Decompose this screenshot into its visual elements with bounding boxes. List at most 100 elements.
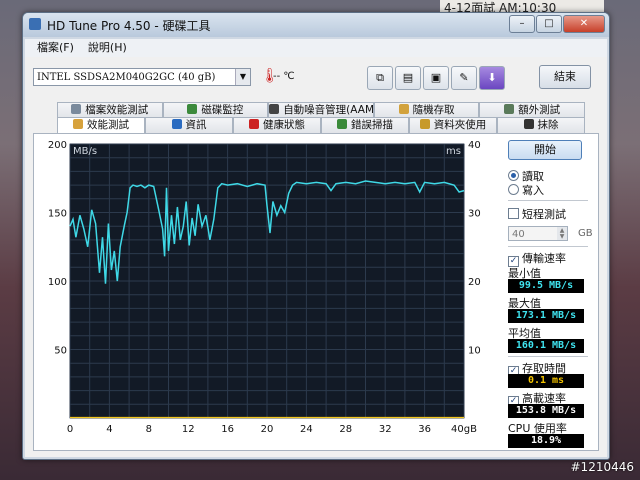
tab-top-0[interactable]: 檔案效能測試 [57, 102, 163, 118]
start-button[interactable]: 開始 [508, 140, 582, 160]
short-test-option[interactable]: 短程測試 [508, 206, 566, 222]
down-arrow-icon: ⬇ [487, 71, 497, 84]
tab-row-bottom: 效能測試 資訊 健康狀態 錯誤掃描 資料夾使用 抹除 [57, 117, 585, 133]
floppy-icon: ▣ [430, 71, 442, 84]
x-tick-label: 4 [106, 424, 112, 435]
radio-read[interactable] [508, 170, 519, 181]
app-window: HD Tune Pro 4.50 - 硬碟工具 – □ ✕ 檔案(F) 說明(H… [22, 12, 610, 460]
cpu-usage-value: 18.9% [508, 434, 584, 448]
tab-bottom-0[interactable]: 效能測試 [57, 117, 145, 133]
minimize-button[interactable]: – [509, 15, 535, 33]
tab-top-4[interactable]: 額外測試 [479, 102, 585, 118]
window-title: HD Tune Pro 4.50 - 硬碟工具 [47, 19, 211, 33]
tab-top-1[interactable]: 磁碟監控 [162, 102, 269, 118]
x-tick-label: 32 [379, 424, 392, 435]
temperature-readout: -- ℃ [273, 71, 295, 82]
access-time-value: 0.1 ms [508, 374, 584, 388]
x-tick-label: 12 [182, 424, 195, 435]
tab-label: 錯誤掃描 [351, 119, 393, 131]
avg-value: 160.1 MB/s [508, 339, 584, 353]
tab-label: 檔案效能測試 [85, 104, 149, 116]
short-test-unit: GB [578, 228, 593, 239]
divider [508, 200, 588, 201]
x-tick-label: 40gB [451, 424, 477, 435]
divider [508, 246, 588, 247]
y2-tick-label: 10 [468, 346, 481, 357]
tab-icon [269, 104, 280, 114]
y2-axis-unit-label: ms [446, 146, 461, 157]
write-option[interactable]: 寫入 [508, 182, 544, 198]
tab-bottom-4[interactable]: 資料夾使用 [409, 117, 497, 133]
short-test-value: 40 [512, 229, 525, 240]
toolbar: INTEL SSDSA2M040G2GC (40 gB) ▼ 🌡 -- ℃ ⧉ … [33, 65, 599, 93]
wrench-icon: ✎ [459, 71, 469, 84]
min-value: 99.5 MB/s [508, 279, 584, 293]
tab-label: 磁碟監控 [201, 104, 244, 116]
title-bar[interactable]: HD Tune Pro 4.50 - 硬碟工具 – □ ✕ [23, 13, 609, 37]
options-button[interactable]: ✎ [451, 66, 477, 90]
exit-button[interactable]: 結束 [539, 65, 591, 89]
short-test-label: 短程測試 [522, 208, 566, 221]
tab-icon [504, 104, 515, 114]
divider [508, 356, 588, 357]
tab-icon [398, 104, 409, 114]
maximize-button[interactable]: □ [536, 15, 562, 33]
menu-help[interactable]: 說明(H) [88, 39, 127, 57]
y-tick-label: 50 [54, 346, 67, 357]
radio-write[interactable] [508, 184, 519, 195]
y2-tick-label: 40 [468, 140, 481, 151]
tab-label: 資料夾使用 [433, 119, 487, 131]
tab-label: 額外測試 [518, 104, 561, 116]
x-tick-label: 20 [261, 424, 274, 435]
menu-file[interactable]: 檔案(F) [37, 39, 74, 57]
transfer-rate-label: 傳輸速率 [522, 252, 566, 265]
x-tick-label: 16 [221, 424, 234, 435]
tab-label: 抹除 [537, 119, 559, 131]
x-tick-label: 36 [418, 424, 431, 435]
tab-label: 效能測試 [87, 119, 129, 131]
download-button[interactable]: ⬇ [479, 66, 505, 90]
tab-icon [337, 119, 347, 129]
tab-top-3[interactable]: 隨機存取 [373, 102, 480, 118]
tab-top-2[interactable]: 自動噪音管理(AAM) [268, 102, 374, 118]
copy-screenshot-button[interactable]: ▤ [395, 66, 421, 90]
max-value: 173.1 MB/s [508, 309, 584, 323]
tab-icon [187, 104, 198, 114]
tab-bottom-3[interactable]: 錯誤掃描 [321, 117, 409, 133]
tab-row-top: 檔案效能測試 磁碟監控 自動噪音管理(AAM) 隨機存取 額外測試 [57, 102, 585, 118]
copy-info-button[interactable]: ⧉ [367, 66, 393, 90]
y-axis-unit-label: MB/s [73, 146, 97, 157]
tab-bottom-2[interactable]: 健康狀態 [233, 117, 321, 133]
copy-icon: ⧉ [376, 71, 384, 84]
tab-label: 自動噪音管理(AAM) [283, 104, 374, 116]
tab-icon [73, 119, 83, 129]
short-test-checkbox[interactable] [508, 208, 519, 219]
drive-select[interactable]: INTEL SSDSA2M040G2GC (40 gB) ▼ [33, 68, 251, 86]
y-tick-label: 150 [48, 209, 67, 220]
tab-bottom-1[interactable]: 資訊 [145, 117, 233, 133]
benchmark-panel: MB/s ms 200 150 100 50 40 30 20 10 0 4 8 12 16 20 24 28 32… [33, 133, 599, 451]
tab-bottom-5[interactable]: 抹除 [497, 117, 585, 133]
window-controls: – □ ✕ [509, 15, 605, 33]
menu-bar: 檔案(F) 說明(H) [25, 39, 607, 57]
burst-rate-value: 153.8 MB/s [508, 404, 584, 418]
chevron-down-icon[interactable]: ▼ [235, 69, 250, 85]
tab-label: 隨機存取 [412, 104, 455, 116]
watermark-tag: #1210446 [570, 460, 635, 474]
client-area: INTEL SSDSA2M040G2GC (40 gB) ▼ 🌡 -- ℃ ⧉ … [25, 57, 607, 457]
clipboard-icon: ▤ [402, 71, 414, 84]
stepper-down-icon[interactable]: ▼ [557, 233, 567, 240]
chart-area: MB/s ms 200 150 100 50 40 30 20 10 0 4 8 12 16 20 24 28 32… [34, 134, 504, 454]
y-tick-label: 100 [48, 277, 67, 288]
x-tick-label: 0 [67, 424, 73, 435]
close-button[interactable]: ✕ [563, 15, 605, 33]
save-button[interactable]: ▣ [423, 66, 449, 90]
transfer-rate-chart: MB/s ms20015010050403020100 4 8 12 16 20 24 28 32… [48, 140, 481, 435]
tab-icon [71, 104, 82, 114]
tab-icon [419, 119, 430, 129]
short-test-stepper[interactable]: 40 ▲ ▼ [508, 226, 568, 241]
y2-tick-label: 20 [468, 277, 481, 288]
tab-label: 健康狀態 [263, 119, 305, 131]
x-tick-label: 8 [146, 424, 152, 435]
tab-icon [523, 119, 534, 129]
